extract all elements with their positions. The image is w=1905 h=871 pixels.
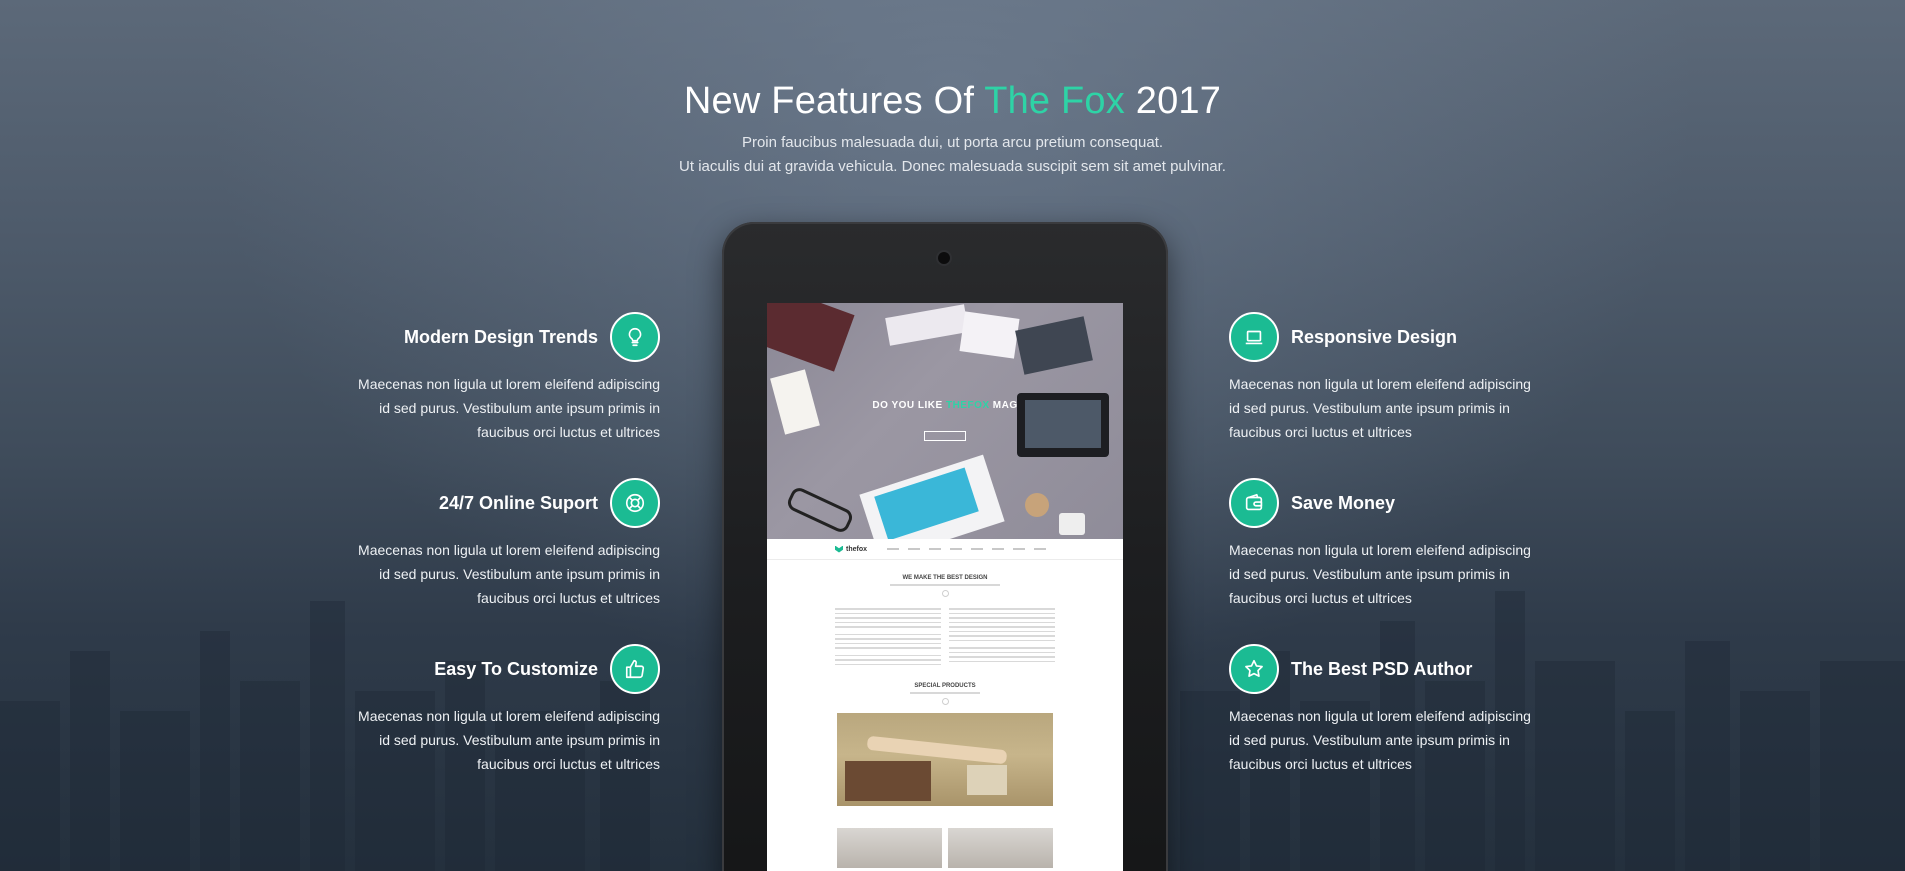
divider: [890, 584, 1000, 586]
website-logo[interactable]: thefox: [835, 545, 867, 553]
feature-responsive-design: Responsive Design Maecenas non ligula ut…: [1229, 312, 1549, 444]
tablet-screen: DO YOU LIKE THEFOX MAG thefox WE MAKE TH…: [767, 303, 1123, 871]
lifebuoy-icon: [610, 478, 660, 528]
section-header: New Features Of The Fox 2017 Proin fauci…: [0, 80, 1905, 179]
tablet-device-mockup: DO YOU LIKE THEFOX MAG thefox WE MAKE TH…: [722, 222, 1168, 871]
section-heading-best-design: WE MAKE THE BEST DESIGN: [902, 575, 988, 581]
features-page: New Features Of The Fox 2017 Proin fauci…: [0, 0, 1905, 871]
website-hero-image: DO YOU LIKE THEFOX MAG: [767, 303, 1123, 539]
wallet-icon: [1229, 478, 1279, 528]
feature-title: 24/7 Online Suport: [438, 492, 598, 513]
feature-easy-to-customize: Easy To Customize Maecenas non ligula ut…: [340, 644, 660, 776]
feature-online-support: 24/7 Online Suport Maecenas non ligula u…: [340, 478, 660, 610]
feature-description: Maecenas non ligula ut lorem eleifend ad…: [358, 708, 660, 772]
website-nav-bar: thefox: [767, 539, 1123, 560]
feature-best-psd-author: The Best PSD Author Maecenas non ligula …: [1229, 644, 1549, 776]
hero-button[interactable]: [924, 431, 966, 441]
title-suffix: 2017: [1124, 80, 1222, 122]
tablet-camera: [938, 252, 950, 264]
subtitle-line-2: Ut iaculis dui at gravida vehicula. Done…: [679, 158, 1226, 175]
website-nav-links[interactable]: [887, 548, 1046, 550]
feature-title: Modern Design Trends: [403, 326, 598, 347]
feature-modern-design-trends: Modern Design Trends Maecenas non ligula…: [340, 312, 660, 444]
feature-description: Maecenas non ligula ut lorem eleifend ad…: [358, 542, 660, 606]
feature-description: Maecenas non ligula ut lorem eleifend ad…: [1229, 376, 1531, 440]
feature-description: Maecenas non ligula ut lorem eleifend ad…: [1229, 708, 1531, 772]
title-accent: The Fox: [984, 80, 1125, 122]
feature-save-money: Save Money Maecenas non ligula ut lorem …: [1229, 478, 1549, 610]
placeholder-text-columns: [767, 605, 1123, 668]
feature-title: The Best PSD Author: [1291, 658, 1473, 679]
thumbs-up-icon: [610, 644, 660, 694]
product-thumbnails[interactable]: [837, 828, 1053, 868]
feature-description: Maecenas non ligula ut lorem eleifend ad…: [358, 376, 660, 440]
star-icon: [1229, 644, 1279, 694]
divider: [910, 692, 980, 694]
section-heading-special-products: SPECIAL PRODUCTS: [914, 683, 976, 689]
laptop-icon: [1229, 312, 1279, 362]
divider-dot: [941, 590, 949, 597]
subtitle: Proin faucibus malesuada dui, ut porta a…: [0, 131, 1905, 179]
feature-title: Easy To Customize: [434, 658, 598, 679]
feature-description: Maecenas non ligula ut lorem eleifend ad…: [1229, 542, 1531, 606]
fox-logo-icon: [835, 545, 843, 553]
feature-title: Save Money: [1291, 492, 1396, 513]
lightbulb-icon: [610, 312, 660, 362]
hero-heading: DO YOU LIKE THEFOX MAG: [872, 400, 1018, 411]
page-title: New Features Of The Fox 2017: [0, 80, 1905, 123]
title-prefix: New Features Of: [683, 80, 985, 122]
feature-title: Responsive Design: [1291, 326, 1458, 347]
divider-dot: [941, 698, 949, 705]
subtitle-line-1: Proin faucibus malesuada dui, ut porta a…: [741, 134, 1164, 151]
product-featured-image[interactable]: [837, 713, 1053, 806]
